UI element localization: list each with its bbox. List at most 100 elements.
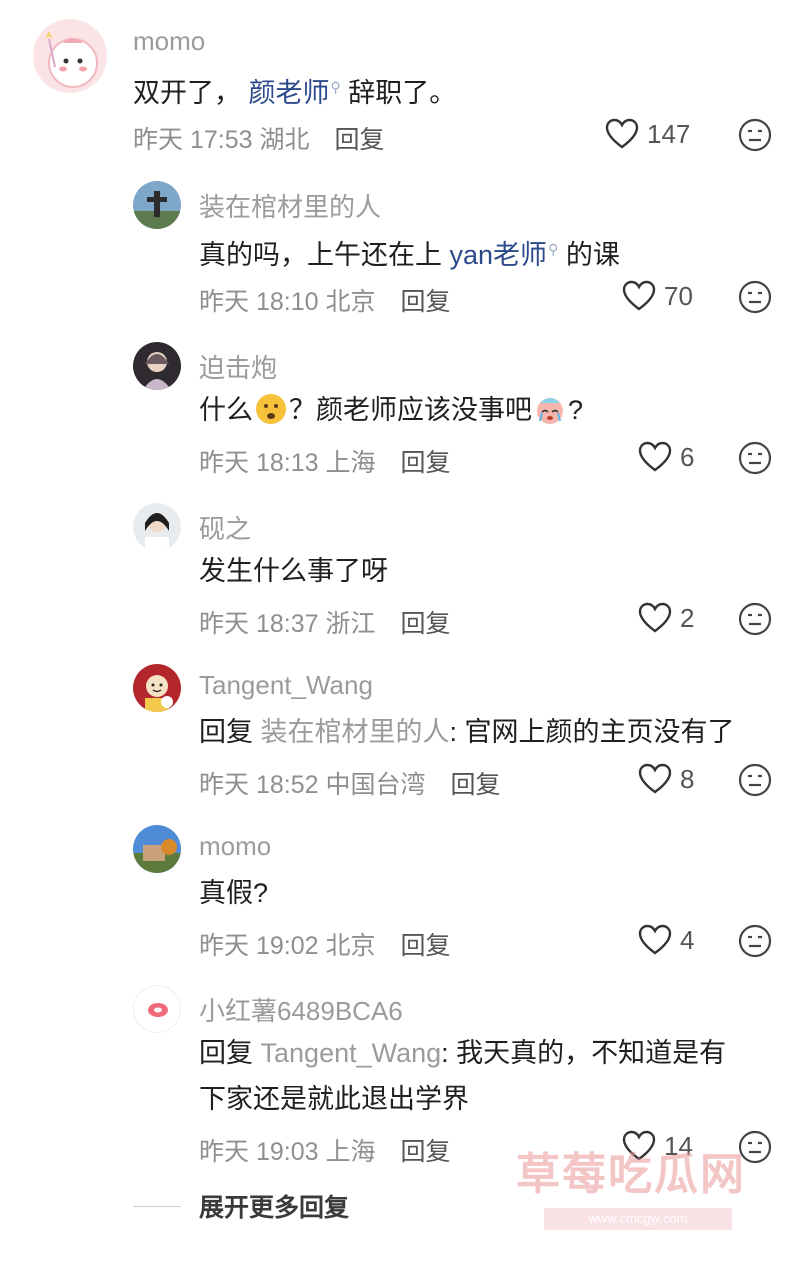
location: 北京	[325, 288, 376, 316]
like-count: 4	[680, 924, 695, 955]
timestamp: 昨天 18:13	[199, 449, 319, 477]
comment-text-part: 什么	[199, 395, 253, 425]
dislike-icon[interactable]	[738, 280, 772, 314]
heart-icon	[638, 924, 672, 955]
search-icon: ⚲	[330, 79, 341, 95]
dislike-icon[interactable]	[738, 924, 772, 958]
username[interactable]: 小红薯6489BCA6	[199, 991, 403, 1028]
like-button[interactable]: 8	[638, 763, 694, 795]
location: 北京	[325, 932, 376, 960]
comment-text-part: : 官网上颜的主页没有了	[449, 717, 735, 747]
like-button[interactable]: 147	[605, 118, 690, 150]
reply-prefix: 回复	[199, 717, 253, 747]
watermark-title: 草莓吃瓜网	[516, 1150, 746, 1199]
like-button[interactable]: 70	[622, 280, 693, 312]
username[interactable]: 装在棺材里的人	[199, 187, 381, 224]
comment-meta: 昨天 17:53 湖北 回复	[133, 120, 384, 156]
avatar[interactable]	[133, 664, 181, 712]
expand-more-replies[interactable]: 展开更多回复	[133, 1188, 349, 1224]
like-count: 8	[680, 763, 695, 794]
comment-text: 真假?	[199, 878, 269, 908]
username[interactable]: momo	[133, 26, 205, 57]
reply-target-link[interactable]: Tangent_Wang	[261, 1038, 442, 1068]
comment-meta: 昨天 18:37 浙江 回复	[199, 604, 450, 640]
mention-link[interactable]: yan老师⚲	[450, 240, 559, 270]
crying-face-icon	[537, 398, 563, 424]
timestamp: 昨天 19:03	[199, 1138, 319, 1166]
avatar[interactable]	[33, 19, 107, 93]
comment-text: 回复 装在棺材里的人: 官网上颜的主页没有了	[199, 709, 735, 755]
reply-button[interactable]: 回复	[400, 449, 450, 477]
timestamp: 昨天 18:37	[199, 610, 319, 638]
avatar[interactable]	[133, 181, 181, 229]
reply-button[interactable]: 回复	[334, 126, 384, 154]
worried-face-icon	[256, 394, 286, 424]
reply-button[interactable]: 回复	[400, 610, 450, 638]
dislike-icon[interactable]	[738, 602, 772, 636]
like-count: 6	[680, 441, 695, 472]
watermark-url: www.cmcgw.com	[544, 1208, 732, 1230]
comment-meta: 昨天 19:02 北京 回复	[199, 926, 450, 962]
reply-button[interactable]: 回复	[400, 288, 450, 316]
comment-text-continued: 下家还是就此退出学界	[199, 1084, 469, 1114]
heart-icon	[638, 602, 672, 633]
avatar[interactable]	[133, 342, 181, 390]
heart-icon	[605, 118, 639, 149]
comment-text-part: ？颜老师应该没事吧	[289, 395, 532, 425]
heart-icon	[638, 763, 672, 794]
timestamp: 昨天 17:53	[133, 126, 253, 154]
mention-label: 颜老师	[248, 78, 330, 108]
comment-text: 真的吗，上午还在上 yan老师⚲ 的课	[199, 226, 620, 278]
like-count: 2	[680, 602, 695, 633]
like-button[interactable]: 4	[638, 924, 694, 956]
timestamp: 昨天 18:52	[199, 771, 319, 799]
watermark: 草莓吃瓜网 www.cmcgw.com	[516, 1138, 766, 1233]
reply-target-link[interactable]: 装在棺材里的人	[261, 717, 450, 747]
like-count: 147	[647, 118, 691, 149]
heart-icon	[622, 280, 656, 311]
comment-text-part: 双开了，	[133, 78, 241, 108]
dislike-icon[interactable]	[738, 118, 772, 152]
comment-text-part: : 我天真的，不知道是有	[441, 1038, 727, 1068]
expand-more-label: 展开更多回复	[199, 1194, 350, 1222]
location: 中国台湾	[325, 771, 426, 799]
like-button[interactable]: 6	[638, 441, 694, 473]
comment-text-part: ?	[568, 395, 584, 425]
location: 上海	[325, 449, 376, 477]
comment-text: 双开了， 颜老师⚲ 辞职了。	[133, 64, 456, 116]
comment-meta: 昨天 18:52 中国台湾 回复	[199, 765, 500, 801]
avatar[interactable]	[133, 825, 181, 873]
comment-meta: 昨天 18:10 北京 回复	[199, 282, 450, 318]
location: 上海	[325, 1138, 376, 1166]
username[interactable]: 迫击炮	[199, 348, 277, 385]
username[interactable]: 砚之	[199, 509, 251, 546]
divider	[133, 1205, 181, 1207]
comment-meta: 昨天 19:03 上海 回复	[199, 1132, 450, 1168]
comment-text: 什么 ？颜老师应该没事吧?	[199, 387, 583, 433]
username[interactable]: Tangent_Wang	[199, 670, 373, 701]
search-icon: ⚲	[548, 241, 559, 257]
comment-text: 发生什么事了呀	[199, 556, 388, 586]
reply-button[interactable]: 回复	[400, 1138, 450, 1166]
username[interactable]: momo	[199, 831, 271, 862]
heart-icon	[638, 441, 672, 472]
comment-text-part: 辞职了。	[348, 78, 457, 108]
like-button[interactable]: 2	[638, 602, 694, 634]
like-count: 70	[664, 280, 693, 311]
location: 浙江	[325, 610, 376, 638]
avatar[interactable]	[133, 503, 181, 551]
comment-text-part: 真的吗，上午还在上	[199, 240, 442, 270]
mention-link[interactable]: 颜老师⚲	[249, 78, 341, 108]
avatar[interactable]	[133, 985, 181, 1033]
timestamp: 昨天 19:02	[199, 932, 319, 960]
comment-text-part: 的课	[565, 240, 620, 270]
comment-text: 回复 Tangent_Wang: 我天真的，不知道是有	[199, 1030, 726, 1076]
mention-label: yan老师	[449, 240, 548, 270]
reply-prefix: 回复	[199, 1038, 253, 1068]
location: 湖北	[259, 126, 310, 154]
reply-button[interactable]: 回复	[450, 771, 500, 799]
reply-button[interactable]: 回复	[400, 932, 450, 960]
dislike-icon[interactable]	[738, 763, 772, 797]
timestamp: 昨天 18:10	[199, 288, 319, 316]
dislike-icon[interactable]	[738, 441, 772, 475]
